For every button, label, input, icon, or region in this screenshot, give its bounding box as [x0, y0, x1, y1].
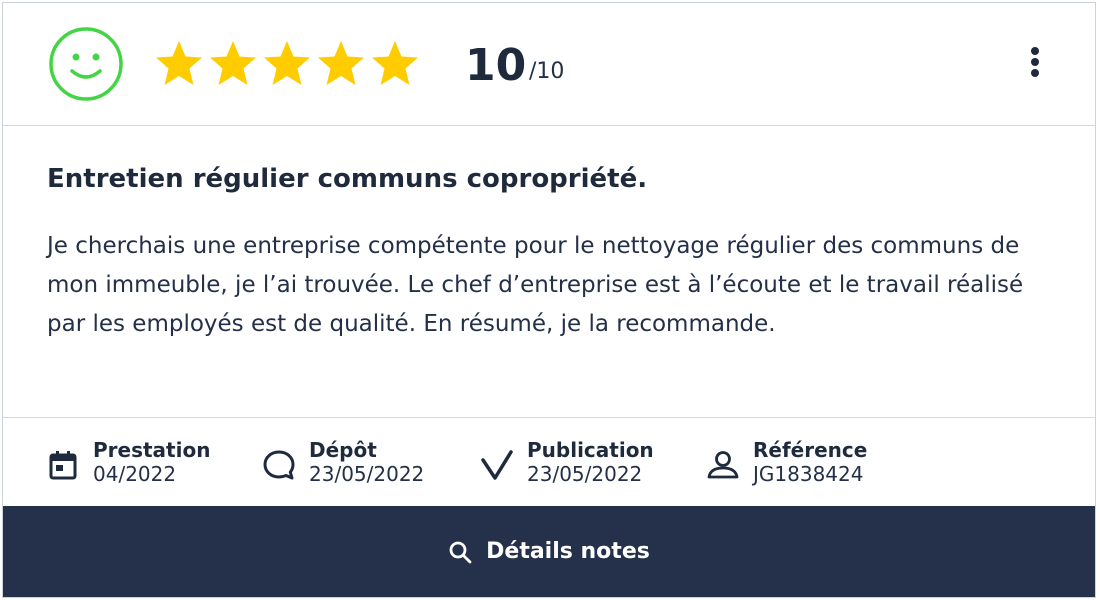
star-rating	[154, 39, 420, 89]
star-icon	[372, 41, 418, 85]
meta-publication: Publication 23/05/2022	[480, 438, 654, 486]
meta-value: 04/2022	[93, 462, 177, 486]
score-max: /10	[529, 59, 565, 84]
meta-value: 23/05/2022	[527, 462, 643, 486]
meta-label: Prestation	[93, 438, 211, 462]
star-icon	[210, 41, 256, 85]
review-header: 10 /10	[3, 3, 1095, 126]
meta-value: JG1838424	[753, 462, 864, 486]
checkmark-icon	[481, 450, 513, 480]
meta-prestation: Prestation 04/2022	[46, 438, 210, 486]
score-value: 10	[465, 40, 527, 91]
review-body: Je cherchais une entreprise compétente p…	[47, 233, 1024, 337]
search-icon	[449, 541, 472, 563]
star-icon	[318, 41, 364, 85]
review-meta: Prestation 04/2022 Dépôt 23/05/2022 Publ…	[3, 417, 1095, 509]
details-notes-label: Détails notes	[486, 539, 650, 564]
more-options-icon[interactable]	[1027, 47, 1043, 83]
meta-reference: Référence JG1838424	[706, 438, 867, 486]
smiley-icon	[49, 27, 123, 101]
star-icon	[264, 41, 310, 85]
calendar-icon	[49, 451, 77, 480]
speech-bubble-icon	[263, 450, 295, 480]
star-icon	[156, 41, 202, 85]
user-icon	[707, 451, 739, 479]
meta-label: Dépôt	[309, 438, 377, 462]
review-card: 10 /10 Entretien régulier communs coprop…	[2, 2, 1096, 598]
meta-label: Publication	[527, 438, 654, 462]
details-notes-button[interactable]: Détails notes	[3, 506, 1095, 597]
meta-label: Référence	[753, 438, 868, 462]
review-content: Entretien régulier communs copropriété. …	[47, 161, 1057, 344]
meta-value: 23/05/2022	[309, 462, 425, 486]
review-title: Entretien régulier communs copropriété.	[47, 164, 648, 194]
meta-depot: Dépôt 23/05/2022	[262, 438, 424, 486]
